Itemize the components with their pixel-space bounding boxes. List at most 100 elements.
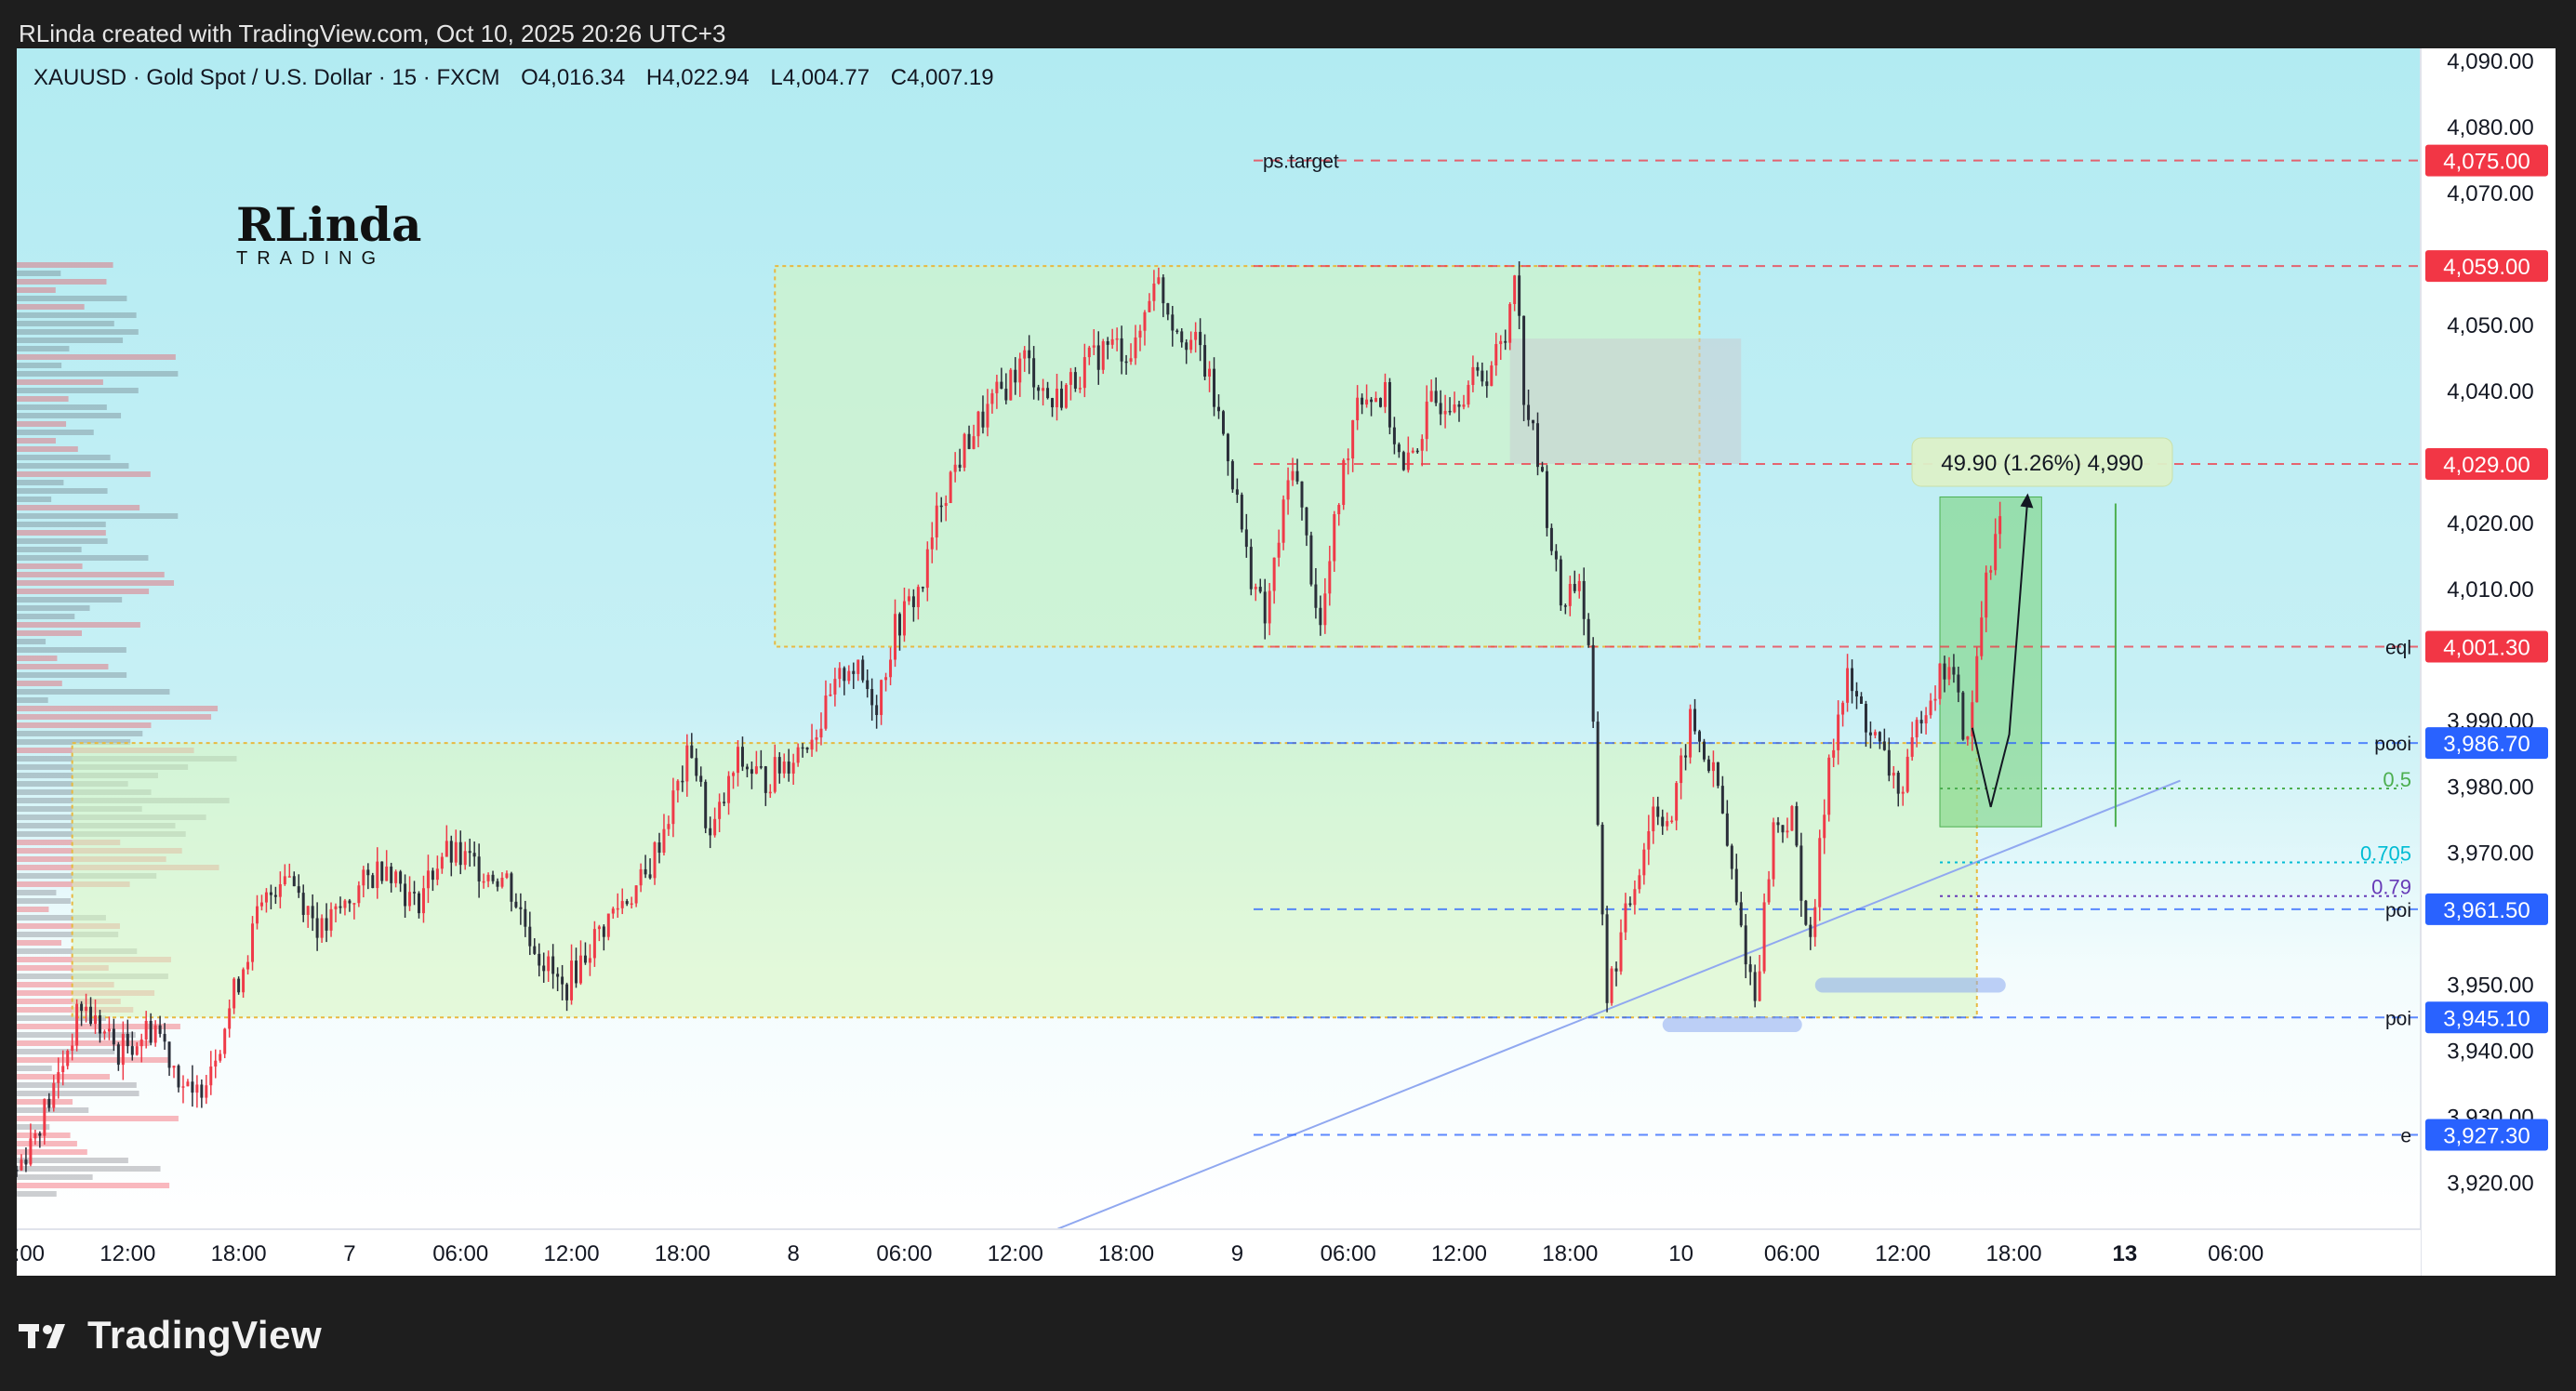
candle-body <box>426 870 430 889</box>
candle-body <box>390 866 393 883</box>
level-annotation: eql <box>2385 638 2411 659</box>
candle-body <box>135 1046 139 1055</box>
candle-body <box>1698 731 1701 742</box>
ohlc-low: L4,004.77 <box>770 65 870 90</box>
candle-body <box>1462 404 1466 407</box>
candle-body <box>496 881 499 887</box>
candle-body <box>1753 972 1757 1001</box>
candle-body <box>657 842 661 854</box>
candle-body <box>1994 534 1998 571</box>
candle-body <box>592 929 596 959</box>
candle-body <box>80 1003 84 1012</box>
candle-body <box>404 883 407 907</box>
candle-body <box>181 1086 185 1088</box>
volume-profile-bar <box>17 597 123 603</box>
candle-body <box>1023 350 1027 359</box>
candle-body <box>1938 663 1942 699</box>
time-tick-label: 12:00 <box>988 1241 1043 1266</box>
candle-body <box>116 1044 120 1066</box>
candle-body <box>727 775 731 803</box>
candle-body <box>1545 470 1548 528</box>
candle-body <box>1476 366 1480 371</box>
candle-body <box>1323 593 1327 626</box>
candle-body <box>1813 907 1817 937</box>
candle-body <box>1587 618 1590 645</box>
candle-body <box>667 824 671 829</box>
tradingview-brand[interactable]: TradingView <box>19 1309 322 1361</box>
candle-body <box>1351 419 1355 459</box>
candle-body <box>620 901 624 908</box>
candle-body <box>1573 583 1576 591</box>
time-tick-label: 06:00 <box>1764 1241 1820 1266</box>
logo-main-text: RLinda <box>236 197 422 252</box>
candle-body <box>510 873 513 902</box>
candle-body <box>1518 275 1521 316</box>
time-axis[interactable]: 06:00 12:00 18:00 7 06:00 12:00 18:00 8 06:00 12:… <box>17 1241 2264 1266</box>
candle-body <box>1203 345 1207 378</box>
symbol-legend[interactable]: XAUUSD · Gold Spot / U.S. Dollar · 15 · … <box>33 65 1009 91</box>
fib-label: 0.79 <box>2371 876 2411 899</box>
candle-body <box>1221 411 1225 434</box>
volume-profile-bar <box>17 1066 52 1071</box>
volume-profile-bar <box>17 563 83 569</box>
candle-body <box>1933 698 1937 701</box>
volume-profile-bar <box>17 363 62 368</box>
candle-body <box>843 668 846 682</box>
candle-body <box>1194 331 1198 340</box>
candle-body <box>1217 406 1220 412</box>
candle-body <box>1337 505 1341 515</box>
time-tick-label: 06:00 <box>17 1241 45 1266</box>
time-tick-label: 10 <box>1668 1241 1693 1266</box>
candle-body <box>1420 439 1424 451</box>
chart-frame[interactable]: 0.5 0.705 0.79 ps.target eql pooi poi poi e 49.9… <box>17 48 2556 1276</box>
candle-body <box>1582 580 1586 619</box>
candle-body <box>1042 388 1045 391</box>
volume-profile-bar <box>17 580 175 586</box>
volume-profile-bar <box>17 1174 93 1180</box>
candle-body <box>228 1008 232 1029</box>
candle-body <box>1138 330 1142 338</box>
candle-body <box>417 893 420 914</box>
candle-body <box>653 842 657 879</box>
volume-profile-bar <box>17 907 49 912</box>
candle-body <box>602 926 605 937</box>
candle-body <box>791 762 795 774</box>
candle-body <box>838 668 842 680</box>
candle-body <box>1739 902 1743 926</box>
candle-body <box>1226 433 1229 462</box>
candle-body <box>1300 481 1304 508</box>
candle-body <box>732 773 736 776</box>
candle-body <box>1032 358 1036 388</box>
candle-body <box>1087 347 1091 358</box>
candle-body <box>810 739 814 750</box>
candle-body <box>1730 845 1733 869</box>
candle-body <box>902 601 906 636</box>
candle-body <box>852 670 856 674</box>
candle-body <box>1291 470 1295 481</box>
candle-body <box>1124 361 1128 364</box>
candle-body <box>413 892 417 894</box>
candle-body <box>1411 450 1414 453</box>
candle-body <box>528 926 532 947</box>
level-price-text: 3,986.70 <box>2443 732 2530 757</box>
candle-body <box>1628 903 1632 906</box>
volume-profile-bar <box>17 329 139 335</box>
candle-body <box>685 745 689 782</box>
candle-body <box>578 955 582 984</box>
candle-body <box>1115 338 1119 340</box>
candle-body <box>777 757 781 774</box>
candle-body <box>1527 404 1531 420</box>
candle-body <box>209 1066 213 1086</box>
volume-profile-bar <box>17 296 127 301</box>
candle-body <box>575 960 578 984</box>
candle-body <box>639 868 643 886</box>
candle-body <box>1563 605 1567 607</box>
candle-body <box>186 1081 190 1087</box>
candle-body <box>1443 410 1447 415</box>
time-axis-area[interactable] <box>17 1229 2421 1276</box>
candle-body <box>690 745 694 759</box>
candle-body <box>1725 813 1729 846</box>
candle-body <box>1887 749 1891 776</box>
candle-body <box>1799 845 1803 901</box>
candle-body <box>625 901 629 905</box>
